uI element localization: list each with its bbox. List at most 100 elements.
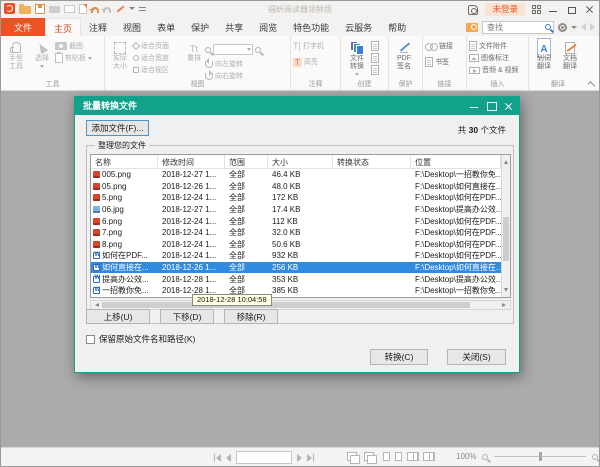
move-down-button[interactable]: 下移(D) — [160, 309, 214, 324]
tab-read[interactable]: 阅览 — [251, 18, 285, 36]
facing-view-icon[interactable] — [407, 452, 414, 461]
fit-window-icon[interactable] — [347, 452, 360, 464]
pdf-sign-button[interactable]: PDF 签名 — [391, 38, 417, 71]
horizontal-scrollbar-thumb[interactable] — [102, 302, 470, 308]
remove-button[interactable]: 移除(R) — [224, 309, 278, 324]
zoom-in-icon[interactable] — [255, 46, 261, 53]
move-up-button[interactable]: 上移(U) — [86, 309, 150, 324]
page-number-input[interactable] — [237, 452, 291, 463]
close-button[interactable] — [584, 5, 595, 15]
dialog-close-button[interactable] — [500, 97, 517, 115]
tab-home[interactable]: 主页 — [45, 18, 82, 36]
column-header-range[interactable]: 范围 — [225, 155, 268, 168]
create-blank-icon[interactable] — [371, 53, 379, 63]
combine-files-icon[interactable] — [371, 65, 379, 75]
hand-tool-button[interactable]: 手型工具 — [3, 38, 29, 71]
fit-page-button[interactable]: 适合页面 — [131, 41, 183, 51]
word-translate-button[interactable]: 划词翻译 — [531, 37, 557, 71]
scroll-right-icon[interactable] — [502, 303, 508, 307]
zoom-level-combobox[interactable] — [213, 44, 253, 55]
print-icon[interactable] — [49, 6, 60, 13]
column-header-status[interactable]: 转换状态 — [333, 155, 411, 168]
back-icon[interactable] — [581, 23, 586, 31]
forward-icon[interactable] — [590, 23, 595, 31]
gear-icon[interactable] — [558, 22, 567, 32]
table-row[interactable]: 5.png 2018-12-24 1... 全部 172 KB F:\Desktop\如… — [91, 192, 501, 204]
table-row[interactable]: 提高办公效... 2018-12-28 1... 全部 353 KB F:\Deskto… — [91, 273, 501, 285]
table-row[interactable]: 6.png 2018-12-24 1... 全部 112 KB F:\Desktop\如… — [91, 215, 501, 227]
actual-size-button[interactable]: 实际大小 — [107, 38, 133, 71]
create-from-printer-icon[interactable] — [371, 41, 379, 51]
keep-original-checkbox[interactable] — [86, 334, 95, 344]
continuous-view-icon[interactable] — [395, 452, 402, 461]
horizontal-scrollbar[interactable] — [90, 300, 511, 310]
snapshot-button[interactable]: 截图 — [55, 41, 92, 51]
last-page-icon[interactable] — [307, 453, 314, 462]
column-header-name[interactable]: 名称 — [91, 155, 158, 168]
login-status[interactable]: 未登录 — [485, 3, 525, 16]
tab-help[interactable]: 帮助 — [380, 18, 414, 36]
select-tool-button[interactable]: 选择 — [29, 38, 55, 70]
audio-video-button[interactable]: 音频 & 视频 — [469, 65, 519, 75]
vertical-scrollbar[interactable] — [501, 155, 510, 297]
table-row[interactable]: 如何直接在... 2018-12-26 1... 全部 256 KB F:\Deskto… — [91, 261, 501, 274]
save-icon[interactable] — [35, 3, 45, 14]
dialog-maximize-button[interactable] — [483, 97, 500, 115]
tab-comment[interactable]: 注释 — [81, 18, 115, 36]
table-row[interactable]: 一招教你免...2018-12-28 1...全部385 KBF:\Deskto… — [91, 285, 501, 297]
continuous-facing-view-icon[interactable] — [423, 452, 430, 461]
previous-page-icon[interactable] — [226, 453, 231, 462]
tab-file[interactable]: 文件 — [1, 18, 46, 36]
chevron-down-icon[interactable] — [129, 7, 135, 13]
first-page-icon[interactable] — [214, 453, 221, 462]
email-icon[interactable] — [64, 5, 75, 13]
fit-width-view-icon[interactable] — [364, 452, 377, 464]
zoom-out-icon[interactable] — [205, 46, 211, 53]
search-icon[interactable] — [545, 24, 551, 30]
tab-form[interactable]: 表单 — [149, 18, 183, 36]
tab-cloud[interactable]: 云服务 — [337, 18, 380, 36]
dialog-minimize-button[interactable] — [466, 97, 483, 115]
scroll-up-icon[interactable] — [504, 158, 508, 164]
file-attachment-button[interactable]: 文件附件 — [469, 41, 519, 51]
redo-icon[interactable] — [101, 7, 111, 13]
table-row[interactable]: 7.png 2018-12-24 1... 全部 32.0 KB F:\Desktop\… — [91, 227, 501, 239]
search-input[interactable] — [485, 21, 545, 33]
highlight-button[interactable]: 高亮 — [293, 57, 324, 67]
vertical-scrollbar-thumb[interactable] — [503, 217, 509, 261]
apps-grid-icon[interactable] — [532, 5, 541, 14]
ink-sign-icon[interactable] — [115, 4, 125, 14]
file-convert-button[interactable]: 文件转换 — [343, 38, 371, 78]
clipboard-button[interactable]: 剪贴板 — [55, 52, 92, 63]
restore-button[interactable] — [566, 5, 577, 15]
zoom-out-icon[interactable] — [482, 453, 489, 460]
customize-toolbar-icon[interactable] — [139, 7, 146, 11]
convert-button[interactable]: 转换(C) — [370, 349, 428, 365]
single-page-view-icon[interactable] — [383, 452, 390, 461]
new-document-icon[interactable] — [79, 3, 87, 14]
open-folder-icon[interactable] — [19, 3, 31, 14]
link-button[interactable]: 链接 — [425, 41, 453, 51]
table-row[interactable]: 8.png 2018-12-24 1... 全部 50.6 KB F:\Desktop\… — [91, 239, 501, 251]
promotion-icon[interactable] — [468, 4, 479, 15]
column-header-location[interactable]: 位置 — [411, 155, 501, 168]
tab-view[interactable]: 视图 — [115, 18, 149, 36]
undo-icon[interactable] — [89, 7, 99, 13]
chevron-down-icon[interactable] — [571, 25, 577, 32]
search-in-files-icon[interactable] — [466, 22, 478, 32]
zoom-slider-thumb[interactable] — [539, 452, 543, 461]
zoom-in-icon[interactable] — [592, 453, 599, 460]
tab-share[interactable]: 共享 — [217, 18, 251, 36]
close-dialog-button[interactable]: 关闭(S) — [447, 349, 506, 365]
rotate-left-button[interactable]: 向左旋转 — [205, 57, 287, 69]
zoom-slider[interactable] — [494, 452, 587, 461]
document-translate-button[interactable]: 文档翻译 — [557, 38, 583, 71]
scroll-down-icon[interactable] — [504, 288, 508, 294]
typewriter-button[interactable]: 打字机 — [293, 41, 324, 51]
column-header-size[interactable]: 大小 — [268, 155, 333, 168]
table-row[interactable]: 005.png 2018-12-27 1... 全部 46.4 KB F:\Deskto… — [91, 169, 501, 181]
scroll-left-icon[interactable] — [93, 303, 99, 307]
table-row[interactable]: 05.png 2018-12-26 1... 全部 48.0 KB F:\Desktop… — [91, 181, 501, 193]
bookmark-button[interactable]: 书签 — [425, 57, 453, 67]
tab-featured[interactable]: 特色功能 — [285, 18, 337, 36]
